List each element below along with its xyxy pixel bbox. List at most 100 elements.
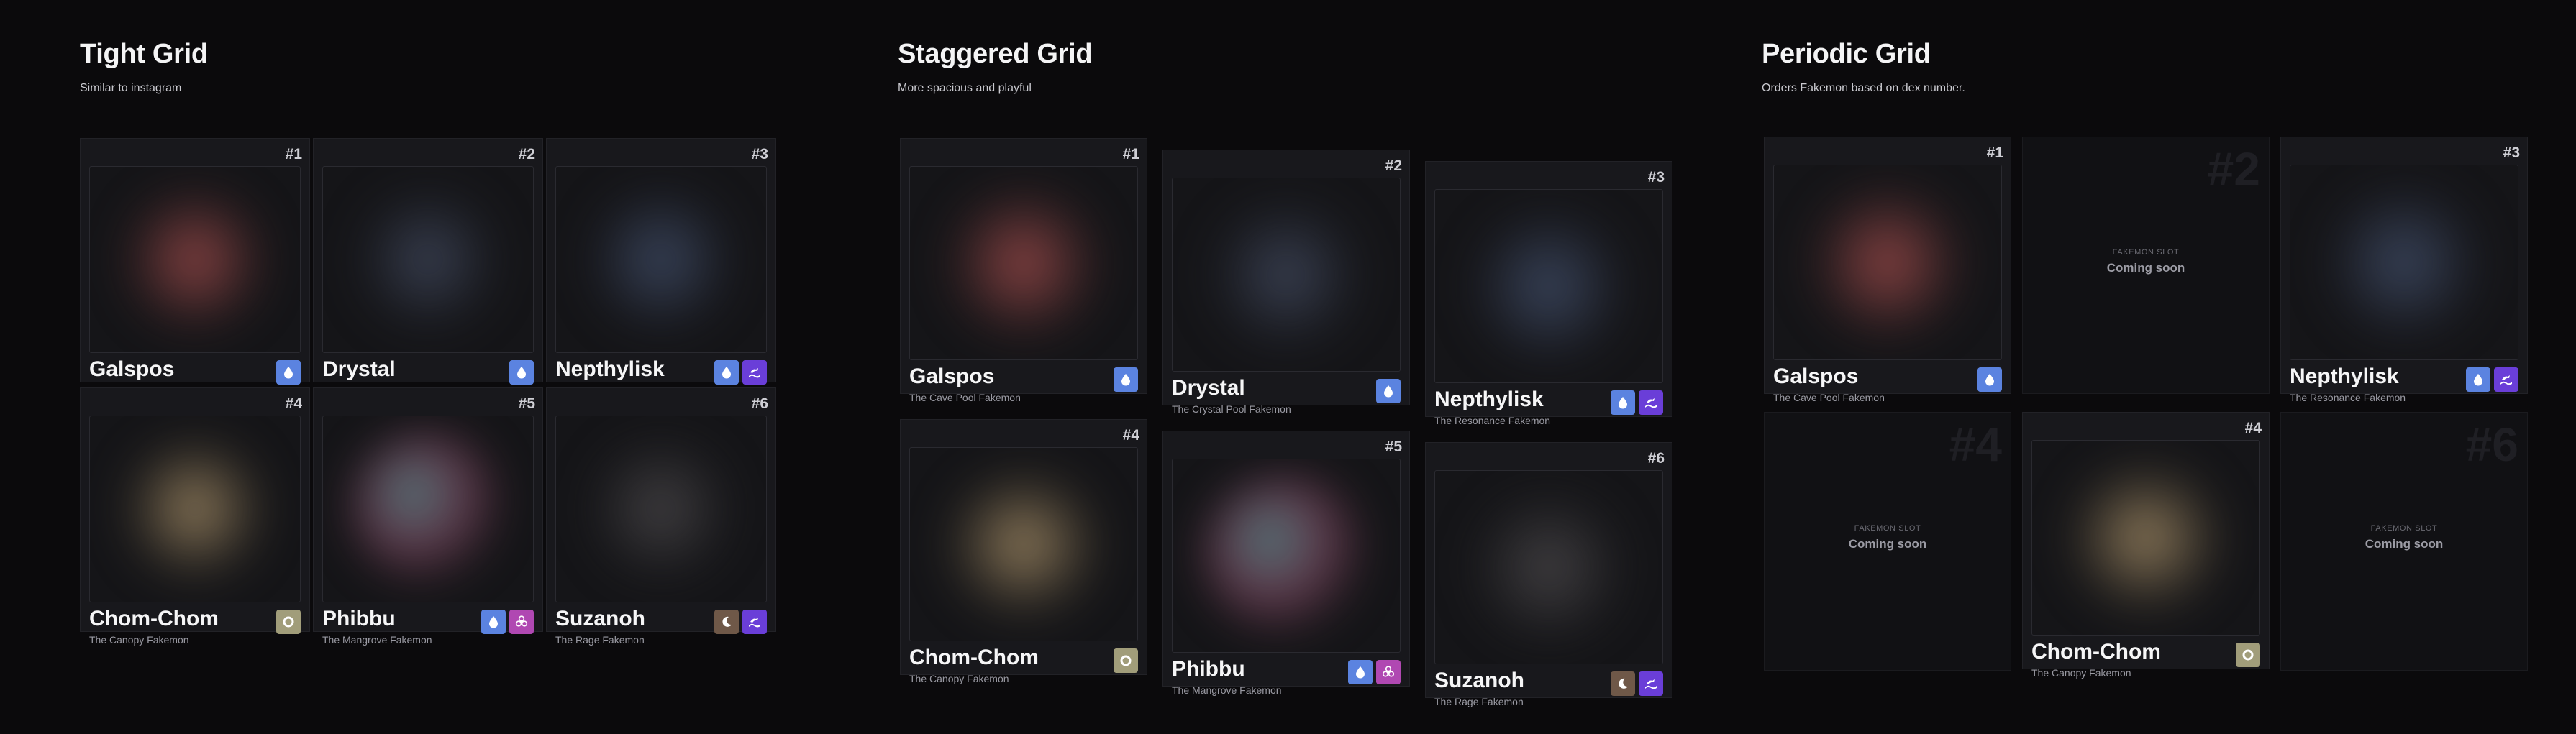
section-subtitle: Orders Fakemon based on dex number. <box>1762 82 1965 94</box>
section-subtitle: Similar to instagram <box>80 82 182 94</box>
fakemon-card-chom-chom[interactable]: #4 Chom-Chom The Canopy Fakemon <box>80 387 310 646</box>
fakemon-name: Chom-Chom <box>89 607 219 630</box>
slot-label: FAKEMON SLOT <box>1854 524 1921 533</box>
fakemon-name: Galspos <box>1773 364 1859 388</box>
fakemon-card-phibbu[interactable]: #5 Phibbu The Mangrove Fakemon <box>313 387 543 646</box>
type-badges <box>1114 648 1138 673</box>
fakemon-image <box>89 166 301 353</box>
water-drop-icon <box>1611 390 1635 415</box>
dex-number: #3 <box>1647 169 1665 185</box>
fakemon-card-nepthylisk[interactable]: #3 Nepthylisk The Resonance Fakemon <box>1425 161 1672 426</box>
fakemon-category: The Rage Fakemon <box>555 634 645 646</box>
fakemon-name: Nepthylisk <box>555 357 665 381</box>
water-drop-icon <box>1977 367 2002 392</box>
fakemon-card-chom-chom[interactable]: #4 Chom-Chom The Canopy Fakemon <box>2022 412 2270 679</box>
section-title: Periodic Grid <box>1762 39 1931 69</box>
fakemon-card-suzanoh[interactable]: #6 Suzanoh The Rage Fakemon <box>1425 442 1672 707</box>
fakemon-name: Phibbu <box>322 607 396 630</box>
fakemon-name: Suzanoh <box>1434 669 1524 692</box>
fakemon-image <box>555 166 767 353</box>
fakemon-name: Nepthylisk <box>1434 387 1544 411</box>
ring-icon <box>276 610 301 634</box>
fakemon-image <box>555 416 767 602</box>
fakemon-card-galspos[interactable]: #1 Galspos The Cave Pool Fakemon <box>900 138 1147 403</box>
fakemon-category: The Canopy Fakemon <box>89 634 189 646</box>
type-badges <box>2236 643 2260 667</box>
dex-number: #5 <box>1385 439 1402 455</box>
fakemon-card-suzanoh[interactable]: #6 Suzanoh The Rage Fakemon <box>546 387 776 646</box>
dex-number: #4 <box>2244 420 2262 436</box>
fakemon-slot-placeholder: #6 FAKEMON SLOT Coming soon <box>2280 412 2528 671</box>
fakemon-category: The Cave Pool Fakemon <box>909 392 1021 403</box>
ring-icon <box>1114 648 1138 673</box>
fakemon-category: The Resonance Fakemon <box>2290 392 2406 403</box>
fakemon-card-phibbu[interactable]: #5 Phibbu The Mangrove Fakemon <box>1162 431 1410 696</box>
fakemon-image <box>322 416 534 602</box>
dex-number: #4 <box>285 395 302 412</box>
fakemon-category: The Cave Pool Fakemon <box>1773 392 1885 403</box>
type-badges <box>276 360 301 385</box>
fakemon-name: Galspos <box>909 364 995 388</box>
dex-number: #1 <box>1122 146 1139 162</box>
type-badges <box>509 360 534 385</box>
fakemon-slot-placeholder: #4 FAKEMON SLOT Coming soon <box>1764 412 2011 671</box>
water-drop-icon <box>1376 379 1401 403</box>
dex-number: #2 <box>518 146 535 162</box>
fakemon-image <box>89 416 301 602</box>
slot-number: #2 <box>2207 142 2260 196</box>
type-badges <box>1611 390 1663 415</box>
slot-number: #4 <box>1949 418 2002 471</box>
type-badges <box>1348 660 1401 684</box>
type-badges <box>1376 379 1401 403</box>
fakemon-card-galspos[interactable]: #1 Galspos The Cave Pool Fakemon <box>1764 137 2011 403</box>
fakemon-category: The Rage Fakemon <box>1434 696 1524 707</box>
water-drop-icon <box>714 360 739 385</box>
fakemon-category: The Crystal Pool Fakemon <box>1172 403 1291 415</box>
type-badges <box>714 360 767 385</box>
water-drop-icon <box>2466 367 2490 392</box>
water-drop-icon <box>509 360 534 385</box>
ring-icon <box>2236 643 2260 667</box>
fakemon-card-nepthylisk[interactable]: #3NepthyliskThe Resonance Fakemon <box>546 138 776 396</box>
water-drop-icon <box>1114 367 1138 392</box>
slot-label: FAKEMON SLOT <box>2112 248 2180 257</box>
biohazard-icon <box>509 610 534 634</box>
fakemon-name: Chom-Chom <box>2031 640 2161 664</box>
fakemon-card-galspos[interactable]: #1GalsposThe Cave Pool Fakemon <box>80 138 310 396</box>
fakemon-image <box>1773 165 2002 360</box>
dex-number: #1 <box>285 146 302 162</box>
fakemon-image <box>1434 470 1663 664</box>
water-drop-icon <box>276 360 301 385</box>
slot-status: Coming soon <box>2106 261 2185 275</box>
fakemon-card-drystal[interactable]: #2 Drystal The Crystal Pool Fakemon <box>1162 150 1410 415</box>
fakemon-image <box>2290 165 2518 360</box>
dex-number: #6 <box>1647 450 1665 467</box>
dragon-wave-icon <box>1639 671 1663 696</box>
fakemon-image <box>2031 440 2260 636</box>
type-badges <box>481 610 534 634</box>
fakemon-name: Drystal <box>322 357 396 381</box>
dex-number: #2 <box>1385 157 1402 174</box>
biohazard-icon <box>1376 660 1401 684</box>
fakemon-name: Drystal <box>1172 376 1245 400</box>
dragon-wave-icon <box>2494 367 2518 392</box>
water-drop-icon <box>481 610 506 634</box>
fakemon-name: Galspos <box>89 357 175 381</box>
slot-status: Coming soon <box>2365 537 2444 551</box>
dex-number: #1 <box>1986 144 2003 161</box>
fakemon-card-nepthylisk[interactable]: #3NepthyliskThe Resonance Fakemon <box>2280 137 2528 403</box>
fakemon-name: Suzanoh <box>555 607 645 630</box>
dex-number: #3 <box>2503 144 2520 161</box>
fakemon-image <box>909 447 1138 641</box>
fakemon-category: The Resonance Fakemon <box>1434 415 1551 426</box>
dragon-wave-icon <box>1639 390 1663 415</box>
fakemon-image <box>1434 189 1663 383</box>
fakemon-card-drystal[interactable]: #2DrystalThe Crystal Pool Fakemon <box>313 138 543 396</box>
fakemon-category: The Mangrove Fakemon <box>322 634 432 646</box>
fakemon-card-chom-chom[interactable]: #4 Chom-Chom The Canopy Fakemon <box>900 419 1147 684</box>
slot-number: #6 <box>2465 418 2518 471</box>
dragon-wave-icon <box>742 610 767 634</box>
fakemon-category: The Canopy Fakemon <box>2031 667 2131 679</box>
section-subtitle: More spacious and playful <box>898 82 1032 94</box>
type-badges <box>1114 367 1138 392</box>
